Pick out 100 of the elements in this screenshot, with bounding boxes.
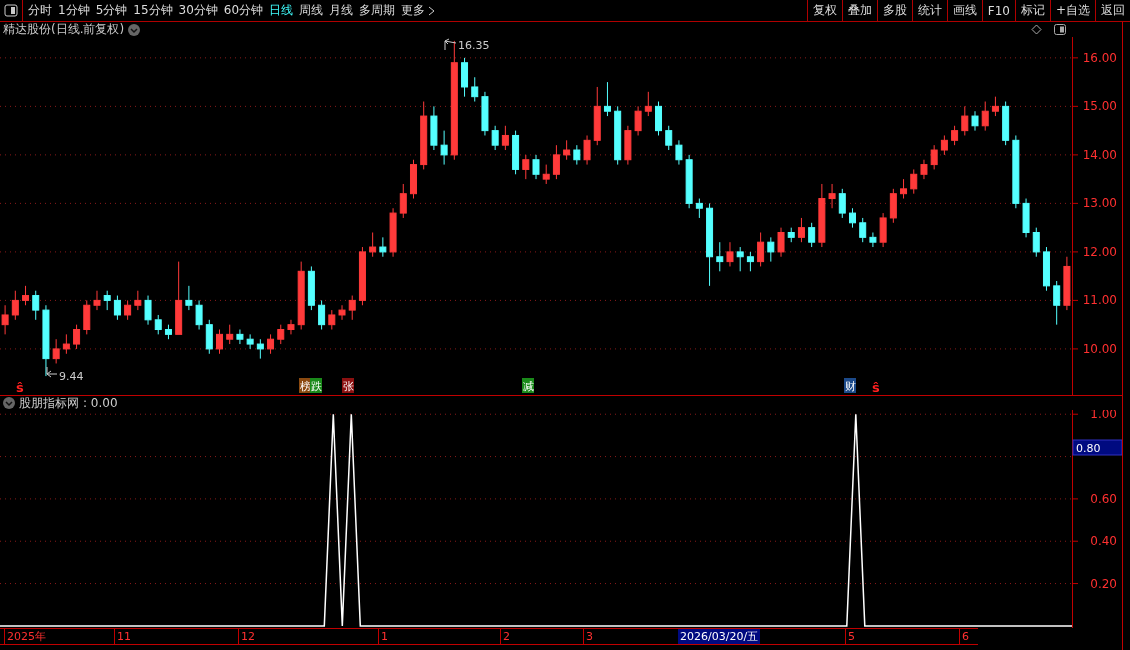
candlestick: [665, 125, 673, 151]
candlestick: [205, 319, 213, 355]
candlestick: [512, 130, 520, 175]
candlestick: [1053, 280, 1061, 326]
panel-toggle-icon[interactable]: [1054, 24, 1066, 35]
date-axis-label: 12: [238, 629, 255, 644]
candlestick: [32, 290, 40, 321]
signal-tag: 榜: [299, 378, 311, 393]
candlestick: [726, 241, 734, 267]
candlestick: [22, 285, 29, 306]
candlestick: [338, 304, 346, 321]
candlestick: [501, 125, 509, 151]
candlestick: [634, 105, 642, 136]
candlestick: [83, 299, 91, 335]
candlestick: [971, 110, 979, 132]
candlestick: [1063, 256, 1071, 311]
candlestick: [124, 299, 132, 321]
candlestick: [757, 232, 765, 267]
period-tab[interactable]: 分时: [28, 2, 52, 19]
candlestick: [940, 134, 948, 156]
candlestick: [1032, 227, 1040, 258]
axis-tick-label: 16.00: [1082, 50, 1117, 65]
candlestick: [420, 101, 428, 170]
date-axis-label: 2: [500, 629, 510, 644]
date-axis-label: 6: [959, 629, 969, 644]
axis-tick-label: 0.20: [1090, 576, 1117, 591]
high-price-label: 16.35: [458, 39, 490, 52]
candlestick: [287, 319, 295, 335]
period-tab[interactable]: 30分钟: [178, 2, 218, 19]
candlestick: [797, 217, 805, 243]
candlestick: [777, 227, 785, 258]
candlestick: [1, 304, 9, 335]
candlestick: [267, 333, 275, 355]
candlestick: [583, 134, 591, 166]
candlestick: [787, 227, 795, 243]
candlestick: [154, 314, 162, 335]
candlestick: [981, 101, 989, 132]
candlestick: [1022, 198, 1030, 238]
candlestick: [144, 295, 152, 326]
axis-tick-label: 10.00: [1082, 341, 1117, 356]
candlestick: [11, 290, 19, 321]
indicator-title: 股朋指标网: [19, 394, 79, 412]
candlestick: [532, 154, 540, 180]
period-tab[interactable]: 5分钟: [95, 2, 128, 19]
candlestick: [461, 57, 469, 98]
axis-tick-label: 13.00: [1082, 196, 1117, 211]
candlestick: [685, 154, 693, 209]
chart-title: 精达股份(日线.前复权): [3, 21, 125, 38]
candlestick: [318, 299, 326, 330]
candlestick: [900, 178, 908, 200]
period-tab[interactable]: 15分钟: [133, 2, 173, 19]
period-tab[interactable]: 周线: [299, 2, 324, 19]
candlestick: [185, 285, 193, 311]
candlestick: [348, 295, 356, 321]
candlestick: [430, 105, 438, 151]
axis-tick-label: 15.00: [1082, 99, 1117, 114]
dropdown-icon[interactable]: [3, 397, 15, 409]
candlestick: [767, 236, 775, 263]
period-tab[interactable]: 60分钟: [223, 2, 264, 19]
candlestick: [716, 241, 724, 272]
dropdown-icon[interactable]: [128, 23, 141, 36]
candlestick: [134, 290, 142, 311]
candlestick: [195, 299, 203, 330]
candlestick: [603, 81, 611, 117]
candlestick: [910, 168, 918, 195]
candlestick: [471, 76, 479, 102]
period-tab[interactable]: 日线: [269, 2, 294, 19]
diamond-icon[interactable]: [1031, 24, 1042, 35]
candlestick: [297, 261, 305, 330]
candlestick: [52, 338, 60, 364]
candlestick: [951, 125, 959, 146]
candlestick: [236, 329, 244, 345]
signal-tag: 跌: [310, 378, 322, 393]
candlestick: [307, 265, 315, 311]
period-tab[interactable]: 更多: [401, 2, 436, 19]
axis-tick-label: 11.00: [1082, 293, 1117, 308]
cursor-date-label: 2026/03/20/五: [678, 629, 761, 644]
candlestick: [358, 246, 366, 306]
date-axis-label: 11: [114, 629, 131, 644]
candlestick: [164, 324, 172, 340]
date-axis-label: 5: [845, 629, 855, 644]
candlestick: [256, 338, 264, 360]
candlestick: [593, 86, 601, 146]
candlestick: [746, 251, 754, 272]
candlestick: [961, 105, 969, 136]
candlestick: [113, 295, 121, 321]
candlestick: [879, 212, 887, 248]
period-tab[interactable]: 多周期: [359, 2, 396, 19]
candlestick: [920, 159, 928, 180]
period-tab[interactable]: 月线: [329, 2, 354, 19]
candlestick: [369, 232, 377, 258]
candlestick: [389, 207, 397, 258]
candlestick: [73, 324, 81, 350]
candlestick: [991, 96, 999, 117]
candlestick: [614, 105, 622, 166]
candlestick: [491, 125, 499, 151]
leader-line: [444, 38, 457, 51]
period-tab[interactable]: 1分钟: [58, 2, 90, 19]
signal-tag: 减: [522, 378, 534, 393]
candlestick: [818, 183, 826, 248]
